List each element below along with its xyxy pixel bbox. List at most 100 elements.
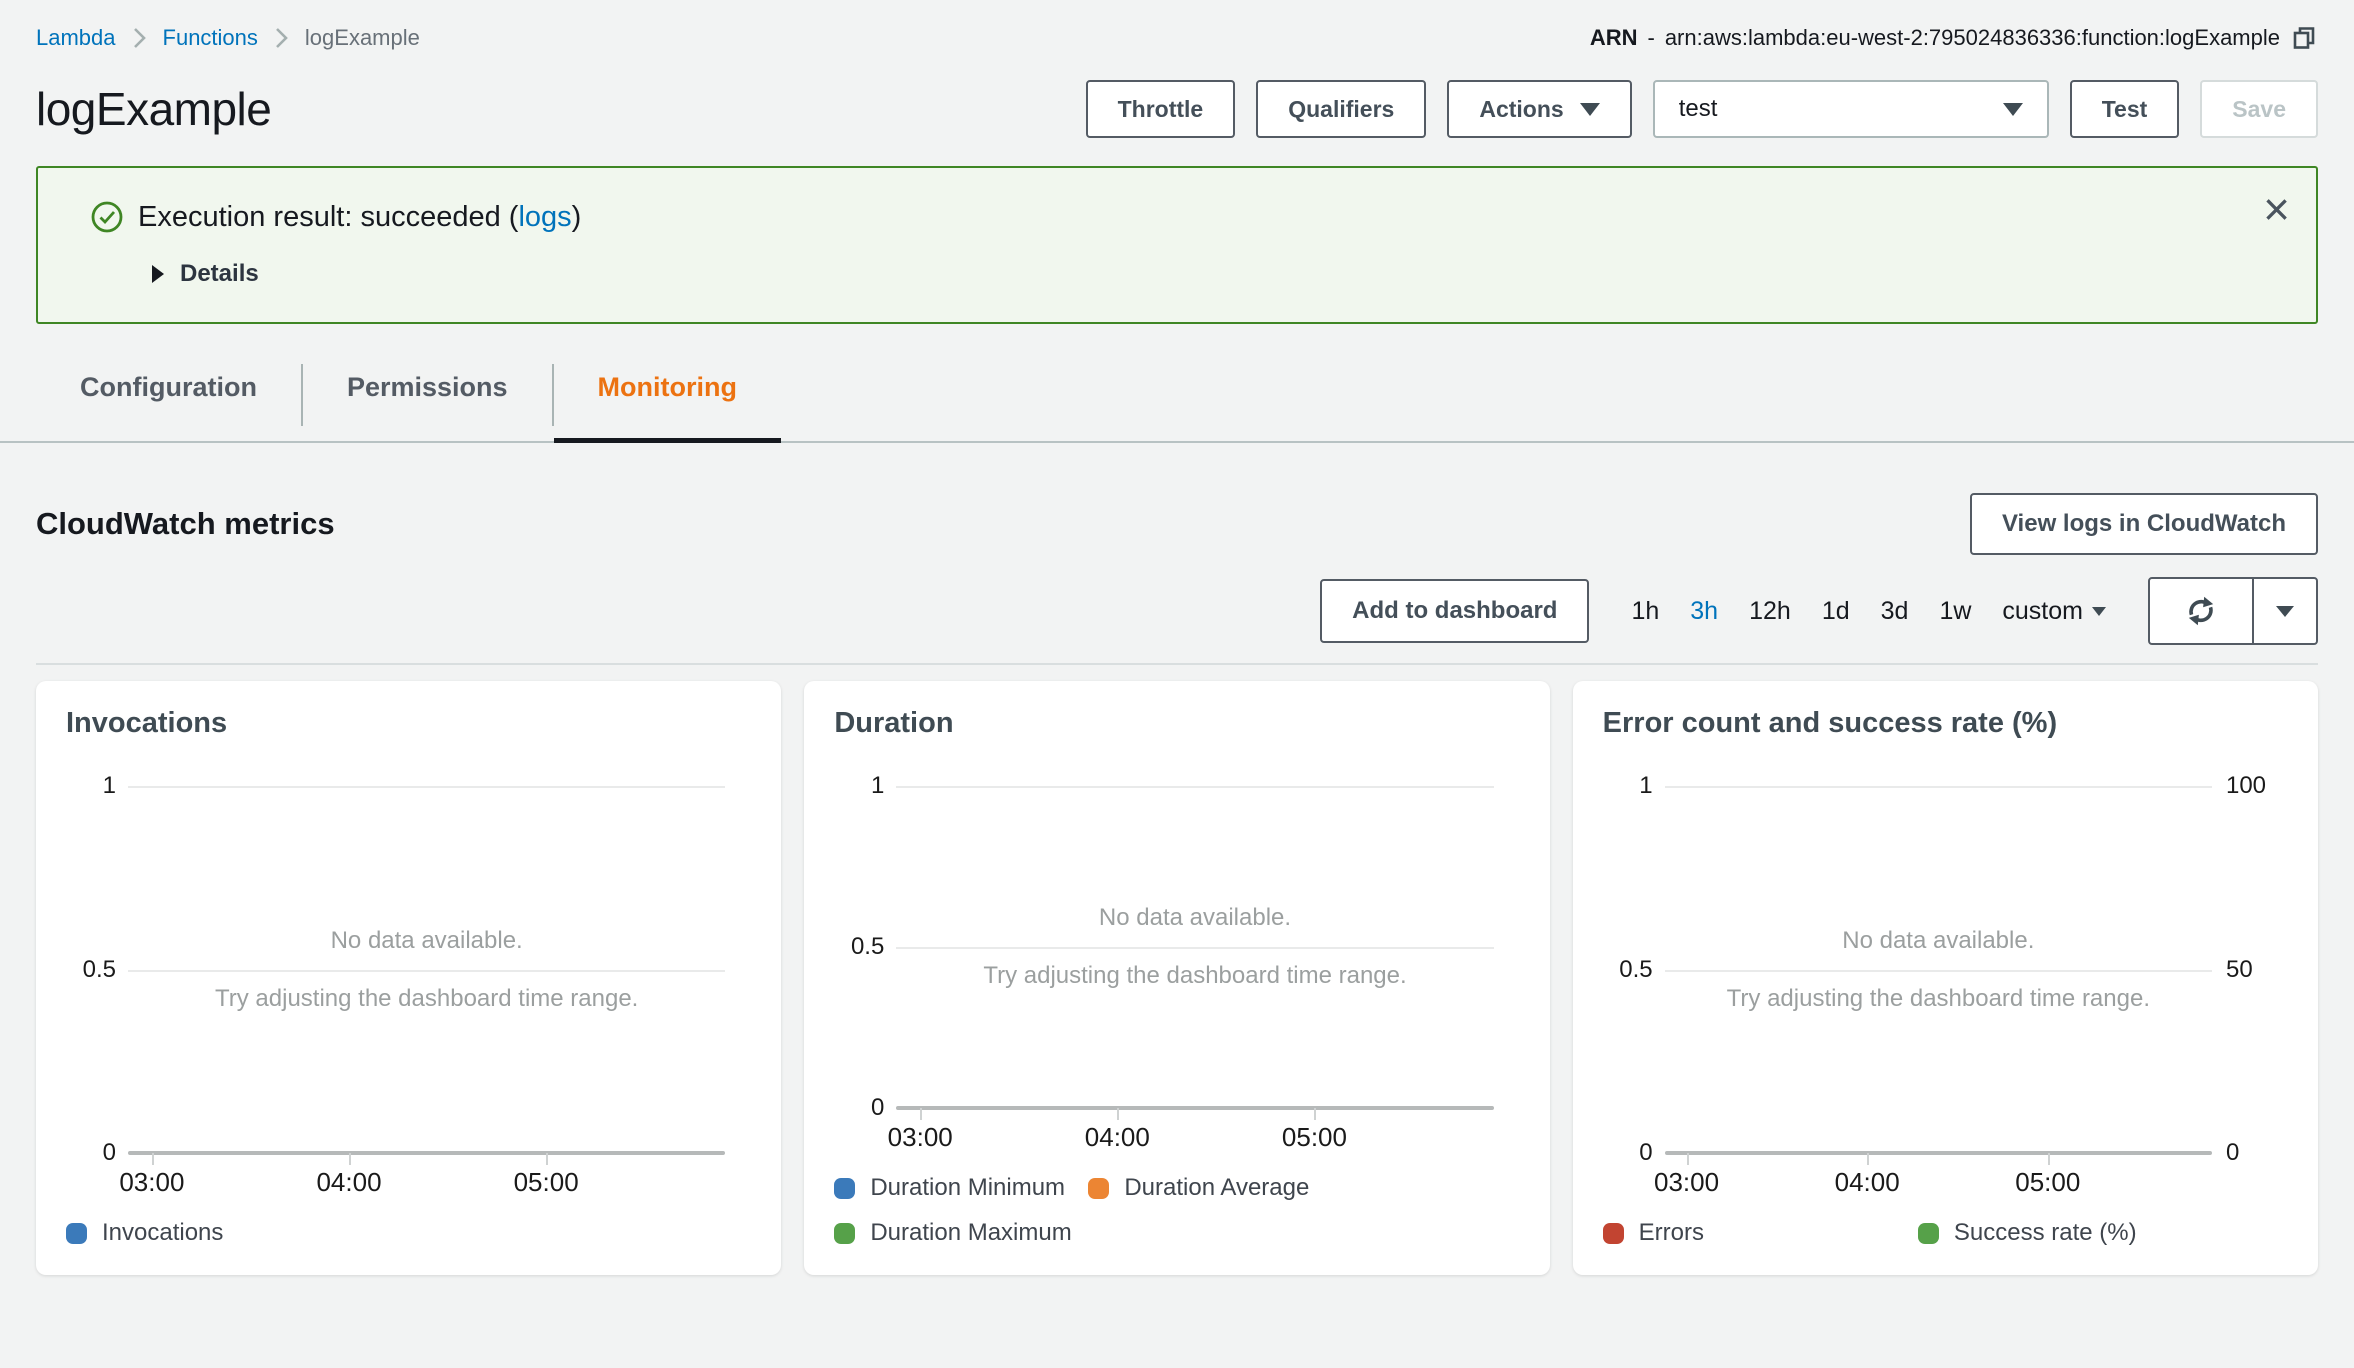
axis-tick [1867, 1153, 1870, 1165]
legend-label: Errors [1638, 1219, 1704, 1246]
metrics-heading: CloudWatch metrics [36, 506, 335, 541]
execution-result-text: Execution result: succeeded (logs) [138, 200, 582, 233]
y-axis-labels-right: 100 50 0 [2225, 772, 2267, 1166]
success-check-icon [90, 200, 124, 234]
x-axis-line [128, 1151, 726, 1155]
x-axis-line [896, 1106, 1494, 1110]
plot-canvas[interactable]: No data available. Try adjusting the das… [1664, 786, 2212, 1165]
refresh-options-button[interactable] [2254, 579, 2316, 643]
page-title: logExample [36, 83, 272, 135]
legend-label: Invocations [102, 1219, 224, 1246]
chart-plot-area: 1 0.5 0 No data available. Try adjusting… [1603, 772, 2288, 1166]
plot-canvas[interactable]: No data available. Try adjusting the das… [128, 786, 726, 1165]
legend-swatch [1088, 1177, 1110, 1199]
axis-tick [1117, 1108, 1120, 1120]
legend-swatch [1917, 1222, 1939, 1244]
caret-right-icon [152, 265, 164, 283]
x-axis-labels: 03:00 04:00 05:00 [1654, 1167, 2081, 1197]
refresh-icon [2183, 593, 2219, 629]
chevron-right-icon [274, 26, 289, 50]
arn-value: arn:aws:lambda:eu-west-2:795024836336:fu… [1664, 25, 2280, 50]
chevron-down-icon [1579, 102, 1600, 116]
range-custom[interactable]: custom [2002, 597, 2106, 626]
legend-label: Duration Minimum [870, 1174, 1066, 1201]
time-range-selector: 1h 3h 12h 1d 3d 1w custom [1631, 597, 2106, 626]
top-bar: Lambda Functions logExample ARN - arn:aw… [36, 0, 2318, 52]
range-1w[interactable]: 1w [1939, 597, 1971, 626]
gridline [1664, 786, 2212, 788]
copy-arn-icon[interactable] [2290, 24, 2318, 52]
tab-configuration[interactable]: Configuration [36, 358, 301, 441]
axis-tick [920, 1108, 923, 1120]
tabs-bar: Configuration Permissions Monitoring [0, 358, 2354, 443]
refresh-button[interactable] [2150, 579, 2254, 643]
range-3d[interactable]: 3d [1881, 597, 1909, 626]
gridline [896, 786, 1494, 788]
metrics-controls: Add to dashboard 1h 3h 12h 1d 3d 1w cust… [36, 577, 2318, 645]
action-toolbar: Throttle Qualifiers Actions test Test Sa… [1085, 80, 2318, 138]
tab-monitoring[interactable]: Monitoring [553, 358, 782, 443]
legend-item: Duration Average [1088, 1174, 1519, 1202]
breadcrumb-lambda[interactable]: Lambda [36, 25, 116, 51]
chevron-down-icon [2092, 606, 2106, 616]
chart-legend: Duration Minimum Duration Average Durati… [834, 1174, 1519, 1247]
function-arn: ARN - arn:aws:lambda:eu-west-2:795024836… [1590, 24, 2318, 52]
x-axis-labels: 03:00 04:00 05:00 [119, 1167, 579, 1197]
breadcrumb-functions[interactable]: Functions [163, 25, 258, 51]
metric-cards: Invocations 1 0.5 0 No data available. T… [36, 681, 2318, 1275]
section-divider [36, 663, 2318, 665]
errors-chart-card: Error count and success rate (%) 1 0.5 0… [1572, 681, 2318, 1275]
y-axis-labels: 1 0.5 0 [82, 772, 116, 1166]
axis-tick [546, 1153, 549, 1165]
range-1d[interactable]: 1d [1822, 597, 1850, 626]
qualifiers-button[interactable]: Qualifiers [1256, 80, 1427, 138]
chart-plot-area: 1 0.5 0 No data available. Try adjusting… [834, 772, 1519, 1121]
test-button[interactable]: Test [2069, 80, 2180, 138]
test-event-selected-value: test [1678, 95, 1718, 122]
tab-permissions[interactable]: Permissions [303, 358, 552, 441]
lambda-function-page: Lambda Functions logExample ARN - arn:aw… [0, 0, 2354, 1275]
details-expander[interactable]: Details [152, 260, 2282, 288]
legend-label: Duration Maximum [870, 1219, 1072, 1246]
page-header: logExample Throttle Qualifiers Actions t… [36, 80, 2318, 138]
chart-title: Error count and success rate (%) [1602, 707, 2058, 739]
axis-tick [2047, 1153, 2050, 1165]
logs-link[interactable]: logs [518, 201, 571, 233]
range-custom-label: custom [2002, 596, 2083, 625]
arn-separator: - [1647, 25, 1655, 50]
legend-item: Errors [1602, 1219, 1918, 1247]
invocations-chart-card: Invocations 1 0.5 0 No data available. T… [36, 681, 782, 1275]
legend-item: Duration Minimum [834, 1174, 1088, 1202]
breadcrumb-current: logExample [304, 25, 420, 50]
legend-swatch [66, 1222, 87, 1244]
add-to-dashboard-button[interactable]: Add to dashboard [1320, 579, 1590, 643]
save-button[interactable]: Save [2200, 80, 2318, 138]
test-event-select[interactable]: test [1652, 80, 2049, 138]
actions-menu-button[interactable]: Actions [1447, 80, 1632, 138]
chart-legend: Invocations [66, 1219, 751, 1247]
chevron-down-icon [2276, 605, 2294, 617]
chart-title: Duration [834, 707, 954, 739]
x-axis-line [1664, 1151, 2212, 1155]
legend-item: Duration Maximum [834, 1219, 1088, 1247]
throttle-button[interactable]: Throttle [1085, 80, 1236, 138]
execution-result-banner: Execution result: succeeded (logs) Detai… [36, 166, 2318, 324]
close-icon[interactable]: × [2263, 186, 2290, 232]
range-12h[interactable]: 12h [1749, 597, 1791, 626]
range-1h[interactable]: 1h [1631, 597, 1659, 626]
view-logs-button[interactable]: View logs in CloudWatch [1969, 493, 2318, 555]
legend-label: Duration Average [1124, 1174, 1310, 1201]
breadcrumb: Lambda Functions logExample [36, 25, 420, 51]
legend-swatch [834, 1222, 856, 1244]
y-axis-labels: 1 0.5 0 [850, 772, 885, 1121]
axis-tick [151, 1153, 154, 1165]
legend-item: Success rate (%) [1917, 1219, 2288, 1247]
axis-tick [1686, 1153, 1689, 1165]
range-3h[interactable]: 3h [1690, 597, 1718, 626]
details-label: Details [180, 260, 259, 287]
x-axis-labels: 03:00 04:00 05:00 [887, 1122, 1347, 1152]
gridline [128, 786, 726, 788]
plot-canvas[interactable]: No data available. Try adjusting the das… [896, 786, 1494, 1120]
no-data-message: No data available. Try adjusting the das… [1726, 926, 2150, 1012]
y-axis-labels: 1 0.5 0 [1619, 772, 1653, 1166]
